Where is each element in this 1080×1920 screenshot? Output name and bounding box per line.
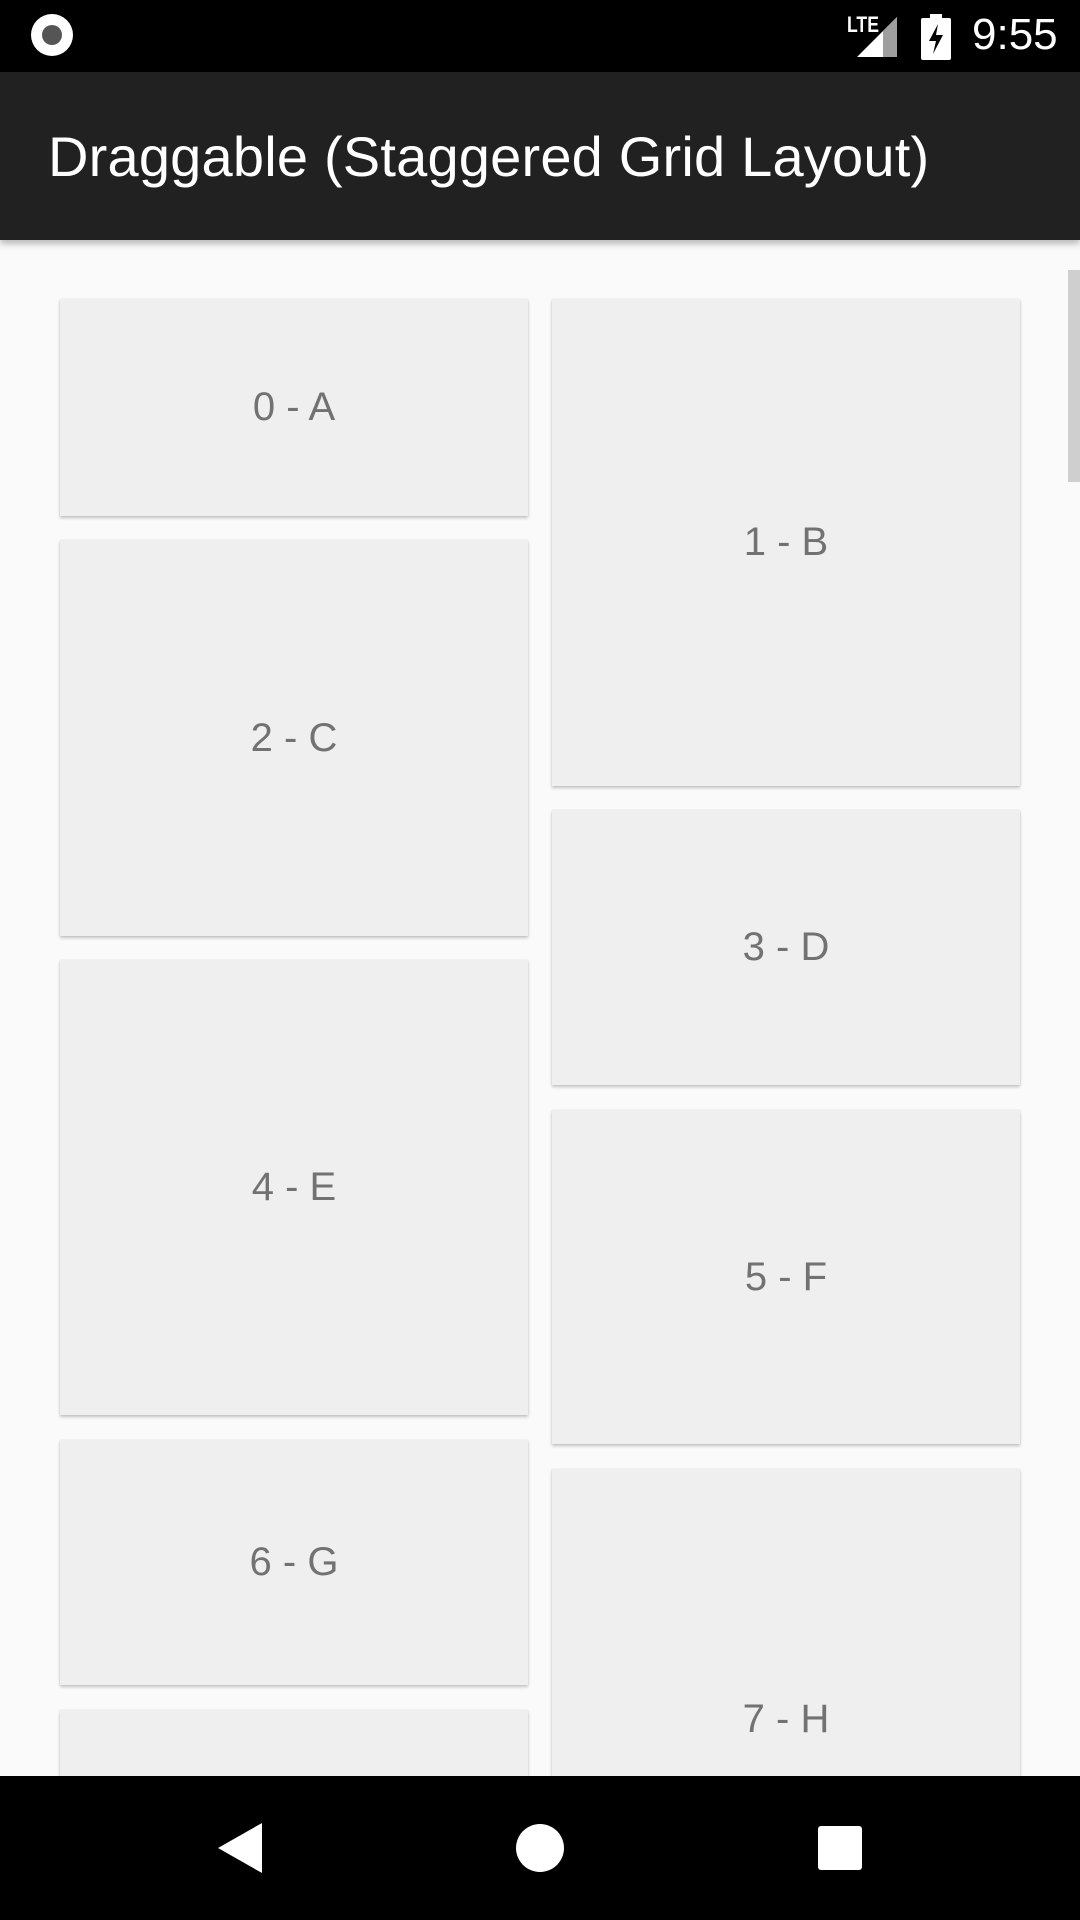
grid-item[interactable]: 0 - A — [60, 299, 528, 516]
grid-item-label: 5 - F — [744, 1254, 828, 1299]
battery-charging-icon — [921, 14, 951, 60]
home-icon — [516, 1824, 564, 1872]
app-bar: Draggable (Staggered Grid Layout) — [0, 72, 1080, 240]
recents-button[interactable] — [760, 1776, 920, 1920]
grid-item[interactable]: 5 - F — [552, 1110, 1020, 1444]
grid-item-label: 6 - G — [249, 1540, 339, 1584]
grid-item-label: 4 - E — [251, 1165, 337, 1209]
signal-icon — [857, 17, 897, 57]
grid-item-label: 7 - H — [742, 1696, 830, 1741]
grid-item[interactable]: 4 - E — [60, 960, 528, 1415]
page-title: Draggable (Staggered Grid Layout) — [48, 125, 930, 188]
grid-item[interactable]: 1 - B — [552, 299, 1020, 786]
grid-item-label: 1 - B — [743, 520, 829, 564]
clock: 9:55 — [972, 10, 1058, 59]
status-bar: LTE 9:55 — [0, 0, 1080, 72]
home-button[interactable] — [460, 1776, 620, 1920]
grid-item-label: 2 - C — [250, 715, 338, 760]
grid-item-label: 0 - A — [252, 385, 336, 429]
back-icon — [218, 1823, 262, 1873]
grid-item[interactable]: 6 - G — [60, 1440, 528, 1685]
staggered-grid[interactable]: 0 - A 1 - B 2 - C 3 - D 4 - E 5 - F 6 - … — [0, 240, 1080, 1776]
grid-item[interactable]: 2 - C — [60, 540, 528, 936]
scrollbar[interactable] — [1068, 270, 1080, 482]
grid-item[interactable]: 7 - H — [552, 1469, 1020, 1776]
navigation-bar — [0, 1776, 1080, 1920]
recents-icon — [818, 1826, 862, 1870]
screen-record-icon — [31, 14, 73, 56]
back-button[interactable] — [160, 1776, 320, 1920]
grid-item[interactable]: 3 - D — [552, 810, 1020, 1085]
grid-item[interactable] — [60, 1710, 528, 1776]
grid-item-label: 3 - D — [742, 925, 830, 969]
